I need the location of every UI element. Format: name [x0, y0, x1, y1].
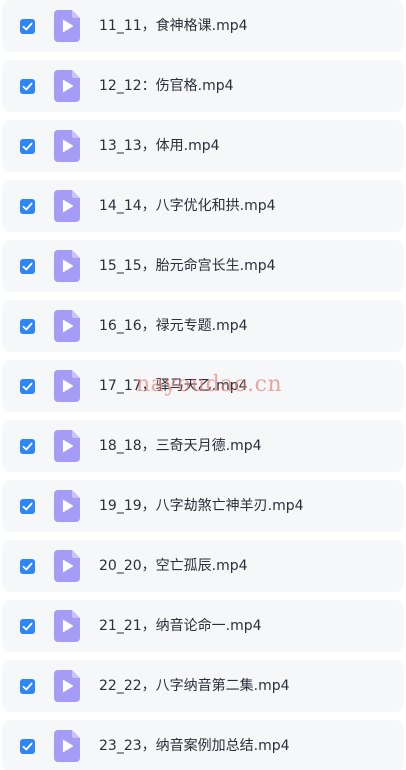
- video-file-icon: [54, 310, 80, 342]
- file-row[interactable]: 22_22，八字纳音第二集.mp4: [2, 660, 404, 712]
- check-icon: [22, 382, 33, 390]
- file-row[interactable]: 17_17，驿马天乙.mp4: [2, 360, 404, 412]
- file-checkbox[interactable]: [20, 318, 35, 334]
- file-checkbox[interactable]: [20, 498, 35, 514]
- video-file-icon: [54, 370, 80, 402]
- check-icon: [22, 682, 33, 690]
- video-file-icon: [54, 670, 80, 702]
- video-file-icon: [54, 250, 80, 282]
- file-name: 11_11，食神格课.mp4: [99, 18, 248, 34]
- video-file-icon: [54, 430, 80, 462]
- video-file-icon: [54, 10, 80, 42]
- file-row[interactable]: 13_13，体用.mp4: [2, 120, 404, 172]
- video-file-icon: [54, 130, 80, 162]
- file-checkbox[interactable]: [20, 618, 35, 634]
- file-name: 14_14，八字优化和拱.mp4: [99, 198, 276, 214]
- video-file-icon: [54, 190, 80, 222]
- file-row[interactable]: 20_20，空亡孤辰.mp4: [2, 540, 404, 592]
- file-row[interactable]: 15_15，胎元命宫长生.mp4: [2, 240, 404, 292]
- video-file-icon: [54, 730, 80, 762]
- file-row[interactable]: 16_16，禄元专题.mp4: [2, 300, 404, 352]
- video-file-icon: [54, 550, 80, 582]
- check-icon: [22, 22, 33, 30]
- file-name: 18_18，三奇天月德.mp4: [99, 438, 262, 454]
- file-name: 20_20，空亡孤辰.mp4: [99, 558, 248, 574]
- check-icon: [22, 622, 33, 630]
- file-list: 11_11，食神格课.mp4 12_12：伤官格.mp4 13_13，体用.mp…: [0, 0, 406, 770]
- check-icon: [22, 262, 33, 270]
- file-name: 12_12：伤官格.mp4: [99, 78, 234, 94]
- file-row[interactable]: 19_19，八字劫煞亡神羊刃.mp4: [2, 480, 404, 532]
- file-row[interactable]: 14_14，八字优化和拱.mp4: [2, 180, 404, 232]
- check-icon: [22, 202, 33, 210]
- file-name: 23_23，纳音案例加总结.mp4: [99, 738, 290, 754]
- file-name: 16_16，禄元专题.mp4: [99, 318, 248, 334]
- file-row[interactable]: 18_18，三奇天月德.mp4: [2, 420, 404, 472]
- video-file-icon: [54, 490, 80, 522]
- file-name: 17_17，驿马天乙.mp4: [99, 378, 248, 394]
- file-name: 15_15，胎元命宫长生.mp4: [99, 258, 276, 274]
- file-checkbox[interactable]: [20, 558, 35, 574]
- file-checkbox[interactable]: [20, 18, 35, 34]
- check-icon: [22, 82, 33, 90]
- file-checkbox[interactable]: [20, 678, 35, 694]
- check-icon: [22, 502, 33, 510]
- file-checkbox[interactable]: [20, 258, 35, 274]
- file-name: 19_19，八字劫煞亡神羊刃.mp4: [99, 498, 304, 514]
- video-file-icon: [54, 70, 80, 102]
- file-row[interactable]: 11_11，食神格课.mp4: [2, 0, 404, 52]
- check-icon: [22, 442, 33, 450]
- file-name: 13_13，体用.mp4: [99, 138, 220, 154]
- video-file-icon: [54, 610, 80, 642]
- check-icon: [22, 322, 33, 330]
- file-name: 21_21，纳音论命一.mp4: [99, 618, 262, 634]
- file-name: 22_22，八字纳音第二集.mp4: [99, 678, 290, 694]
- check-icon: [22, 142, 33, 150]
- file-checkbox[interactable]: [20, 198, 35, 214]
- file-row[interactable]: 23_23，纳音案例加总结.mp4: [2, 720, 404, 770]
- file-checkbox[interactable]: [20, 378, 35, 394]
- file-checkbox[interactable]: [20, 738, 35, 754]
- file-checkbox[interactable]: [20, 438, 35, 454]
- file-row[interactable]: 21_21，纳音论命一.mp4: [2, 600, 404, 652]
- file-checkbox[interactable]: [20, 78, 35, 94]
- file-checkbox[interactable]: [20, 138, 35, 154]
- check-icon: [22, 742, 33, 750]
- file-row[interactable]: 12_12：伤官格.mp4: [2, 60, 404, 112]
- check-icon: [22, 562, 33, 570]
